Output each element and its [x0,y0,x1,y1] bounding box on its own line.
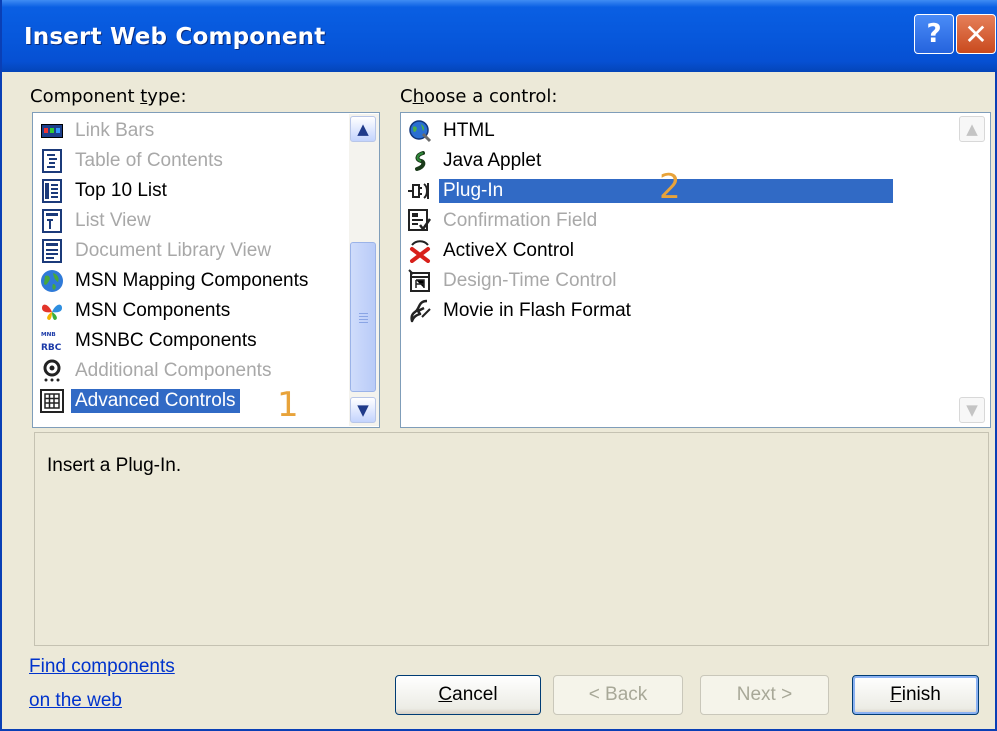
component-type-label: Component type: [30,86,187,107]
control-list[interactable]: HTML Java Applet Plug-In Confirmation Fi… [400,112,991,428]
advanced-controls-icon [39,388,65,414]
list-view-icon [39,208,65,234]
list-item-top-10-list[interactable]: Top 10 List [39,176,171,206]
flash-movie-icon [407,298,433,324]
cancel-button[interactable]: Cancel [395,675,541,715]
find-components-link-line2[interactable]: on the web [29,690,122,712]
design-time-control-icon [407,268,433,294]
annotation-marker-1: 1 [277,385,299,425]
java-applet-icon [407,148,433,174]
description-text: Insert a Plug-In. [47,455,182,476]
list-item-plug-in[interactable]: Plug-In [407,176,894,206]
chevron-up-icon: ▲ [966,120,978,138]
back-button[interactable]: < Back [553,675,683,715]
list-item-table-of-contents[interactable]: Table of Contents [39,146,227,176]
choose-control-label: Choose a control: [400,86,558,107]
scroll-down-button-disabled[interactable]: ▼ [959,397,985,423]
link-bars-icon [39,118,65,144]
list-item-html[interactable]: HTML [407,116,499,146]
scroll-up-button[interactable]: ▲ [350,116,376,142]
list-item-msn-mapping-components[interactable]: MSN Mapping Components [39,266,312,296]
scroll-thumb[interactable] [350,242,376,392]
list-item-msnbc-components[interactable]: ᴹᴺᴮ RBC MSNBC Components [39,326,261,356]
table-of-contents-icon [39,148,65,174]
next-button[interactable]: Next > [700,675,829,715]
insert-web-component-dialog: Insert Web Component ? ✕ Component type:… [0,0,997,731]
control-list-scrollbar[interactable]: ▲ ▼ [958,114,988,426]
list-item-link-bars[interactable]: Link Bars [39,116,158,146]
svg-text:ᴹᴺᴮ: ᴹᴺᴮ [41,332,56,342]
annotation-marker-2: 2 [659,167,681,207]
component-list-scrollbar[interactable]: ▲ ▼ [349,114,379,426]
component-type-list[interactable]: Link Bars Table of Contents Top 10 List … [32,112,380,428]
close-button[interactable]: ✕ [956,14,996,54]
top-10-list-icon [39,178,65,204]
list-item-list-view[interactable]: List View [39,206,155,236]
list-item-additional-components[interactable]: Additional Components [39,356,275,386]
chevron-up-icon: ▲ [357,120,369,138]
msnbc-icon: ᴹᴺᴮ RBC [39,328,65,354]
list-item-activex-control[interactable]: ActiveX Control [407,236,578,266]
additional-components-icon [39,358,65,384]
list-item-confirmation-field[interactable]: Confirmation Field [407,206,601,236]
chevron-down-icon: ▼ [357,401,369,419]
globe-icon [39,268,65,294]
plug-in-icon [407,178,433,204]
list-item-document-library-view[interactable]: Document Library View [39,236,275,266]
list-item-advanced-controls[interactable]: Advanced Controls [39,386,240,416]
confirmation-field-icon [407,208,433,234]
description-panel: Insert a Plug-In. [34,432,989,646]
finish-button[interactable]: Finish [852,675,979,715]
msn-butterfly-icon [39,298,65,324]
find-components-link-line1[interactable]: Find components [29,656,175,678]
title-bar[interactable]: Insert Web Component ? ✕ [2,0,997,72]
list-item-msn-components[interactable]: MSN Components [39,296,234,326]
activex-icon [407,238,433,264]
scroll-up-button-disabled[interactable]: ▲ [959,116,985,142]
list-item-movie-in-flash-format[interactable]: Movie in Flash Format [407,296,635,326]
svg-text:RBC: RBC [41,343,62,353]
chevron-down-icon: ▼ [966,401,978,419]
list-item-design-time-control[interactable]: Design-Time Control [407,266,621,296]
document-library-icon [39,238,65,264]
dialog-title: Insert Web Component [24,24,326,50]
list-item-java-applet[interactable]: Java Applet [407,146,545,176]
html-globe-icon [407,118,433,144]
help-button[interactable]: ? [914,14,954,54]
scroll-down-button[interactable]: ▼ [350,397,376,423]
